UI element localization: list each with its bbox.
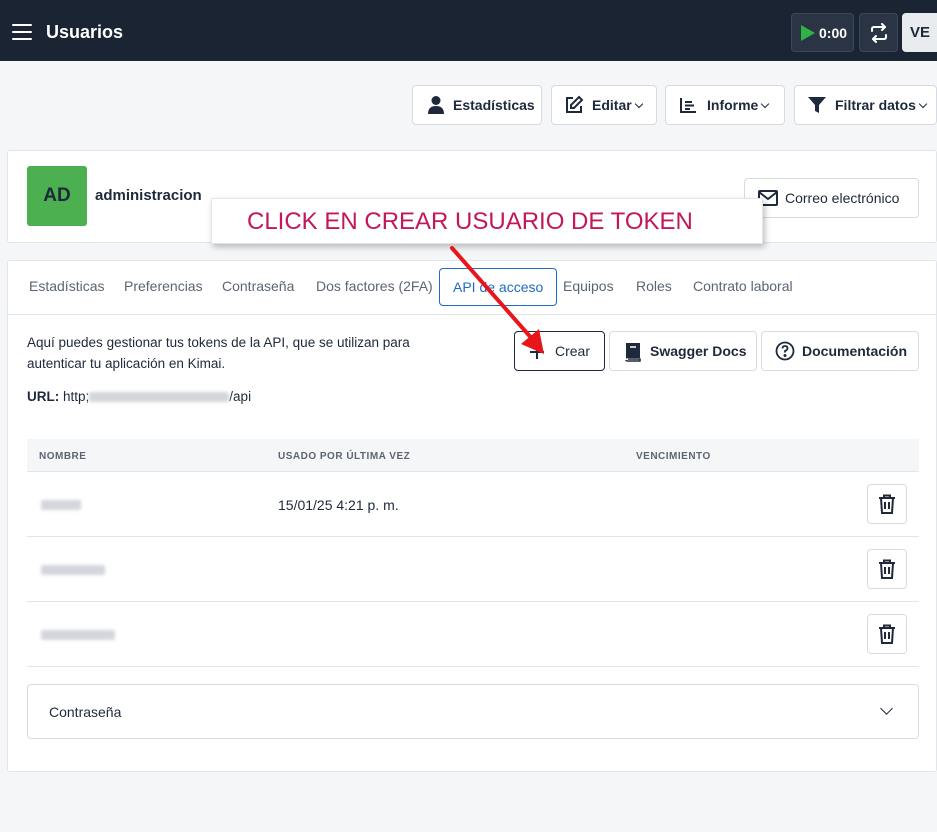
tab-roles[interactable]: Roles [636,278,672,294]
token-last-used: 15/01/25 4:21 p. m. [278,497,399,513]
annotation-arrow [450,246,544,354]
tab-statistics[interactable]: Estadísticas [29,278,104,294]
report-button[interactable]: Informe [665,85,785,125]
sync-button[interactable] [859,13,898,52]
trash-icon [879,624,895,644]
help-icon [775,341,795,361]
page-title: Usuarios [46,22,124,42]
email-button-label: Correo electrónico [785,190,900,206]
top-navbar: Usuarios 0:00 VE [0,0,937,61]
tokens-table-header: NOMBRE USADO POR ÚLTIMA VEZ VENCIMIENTO [27,439,919,472]
edit-button[interactable]: Editar [551,85,657,125]
edit-icon [566,95,584,113]
table-row [27,602,919,667]
api-url-label: URL: [27,389,60,404]
api-description: Aquí puedes gestionar tus tokens de la A… [27,335,410,371]
redacted-token-name [41,500,81,510]
report-icon [680,98,696,113]
timer-value: 0:00 [819,25,848,41]
trash-icon [879,494,895,514]
password-accordion-label: Contraseña [49,704,122,720]
annotation-text: CLICK EN CREAR USUARIO DE TOKEN [247,208,693,235]
filter-button-label: Filtrar datos [835,97,928,113]
filter-icon [808,97,826,113]
redacted-token-name [41,565,105,575]
tab-two-factor[interactable]: Dos factores (2FA) [316,278,433,294]
api-url-suffix: /api [229,389,252,404]
user-icon [428,96,444,114]
stats-button[interactable]: Estadísticas [412,85,542,125]
delete-token-button[interactable] [867,614,907,654]
timer-button[interactable]: 0:00 [791,13,854,52]
menu-icon[interactable] [12,24,32,40]
stats-button-label: Estadísticas [453,97,535,113]
edit-button-label: Editar [592,97,643,113]
trash-icon [879,559,895,579]
column-expiration: VENCIMIENTO [636,451,711,462]
user-initials-badge: AD [27,166,87,226]
email-button[interactable]: Correo electrónico [744,178,919,218]
report-button-label: Informe [707,97,770,113]
redacted-token-name [41,630,115,640]
tab-contract[interactable]: Contrato laboral [693,278,793,294]
play-icon [801,25,815,41]
api-url-prefix: http; [63,389,90,404]
swagger-docs-label: Swagger Docs [650,343,747,359]
documentation-button[interactable]: Documentación [761,331,919,371]
create-token-label: Crear [555,343,591,359]
user-avatar[interactable]: VE [902,13,937,52]
tab-password[interactable]: Contraseña [222,278,294,294]
chevron-down-icon [880,702,893,715]
column-last-used: USADO POR ÚLTIMA VEZ [278,451,411,462]
documentation-label: Documentación [802,343,908,359]
sync-icon [871,23,887,43]
filter-button[interactable]: Filtrar datos [794,85,937,125]
tab-preferences[interactable]: Preferencias [124,278,203,294]
user-name: administracion [95,187,202,204]
redacted-host [89,392,230,403]
password-accordion[interactable]: Contraseña [27,684,919,739]
annotation-callout: CLICK EN CREAR USUARIO DE TOKEN [211,198,763,244]
table-row [27,537,919,602]
delete-token-button[interactable] [867,549,907,589]
column-name: NOMBRE [39,451,87,462]
delete-token-button[interactable] [867,484,907,524]
book-icon [625,343,641,362]
table-row: 15/01/25 4:21 p. m. [27,472,919,537]
api-url: URL: http; /api [27,389,251,404]
tab-teams[interactable]: Equipos [563,278,614,294]
swagger-docs-button[interactable]: Swagger Docs [609,331,757,371]
